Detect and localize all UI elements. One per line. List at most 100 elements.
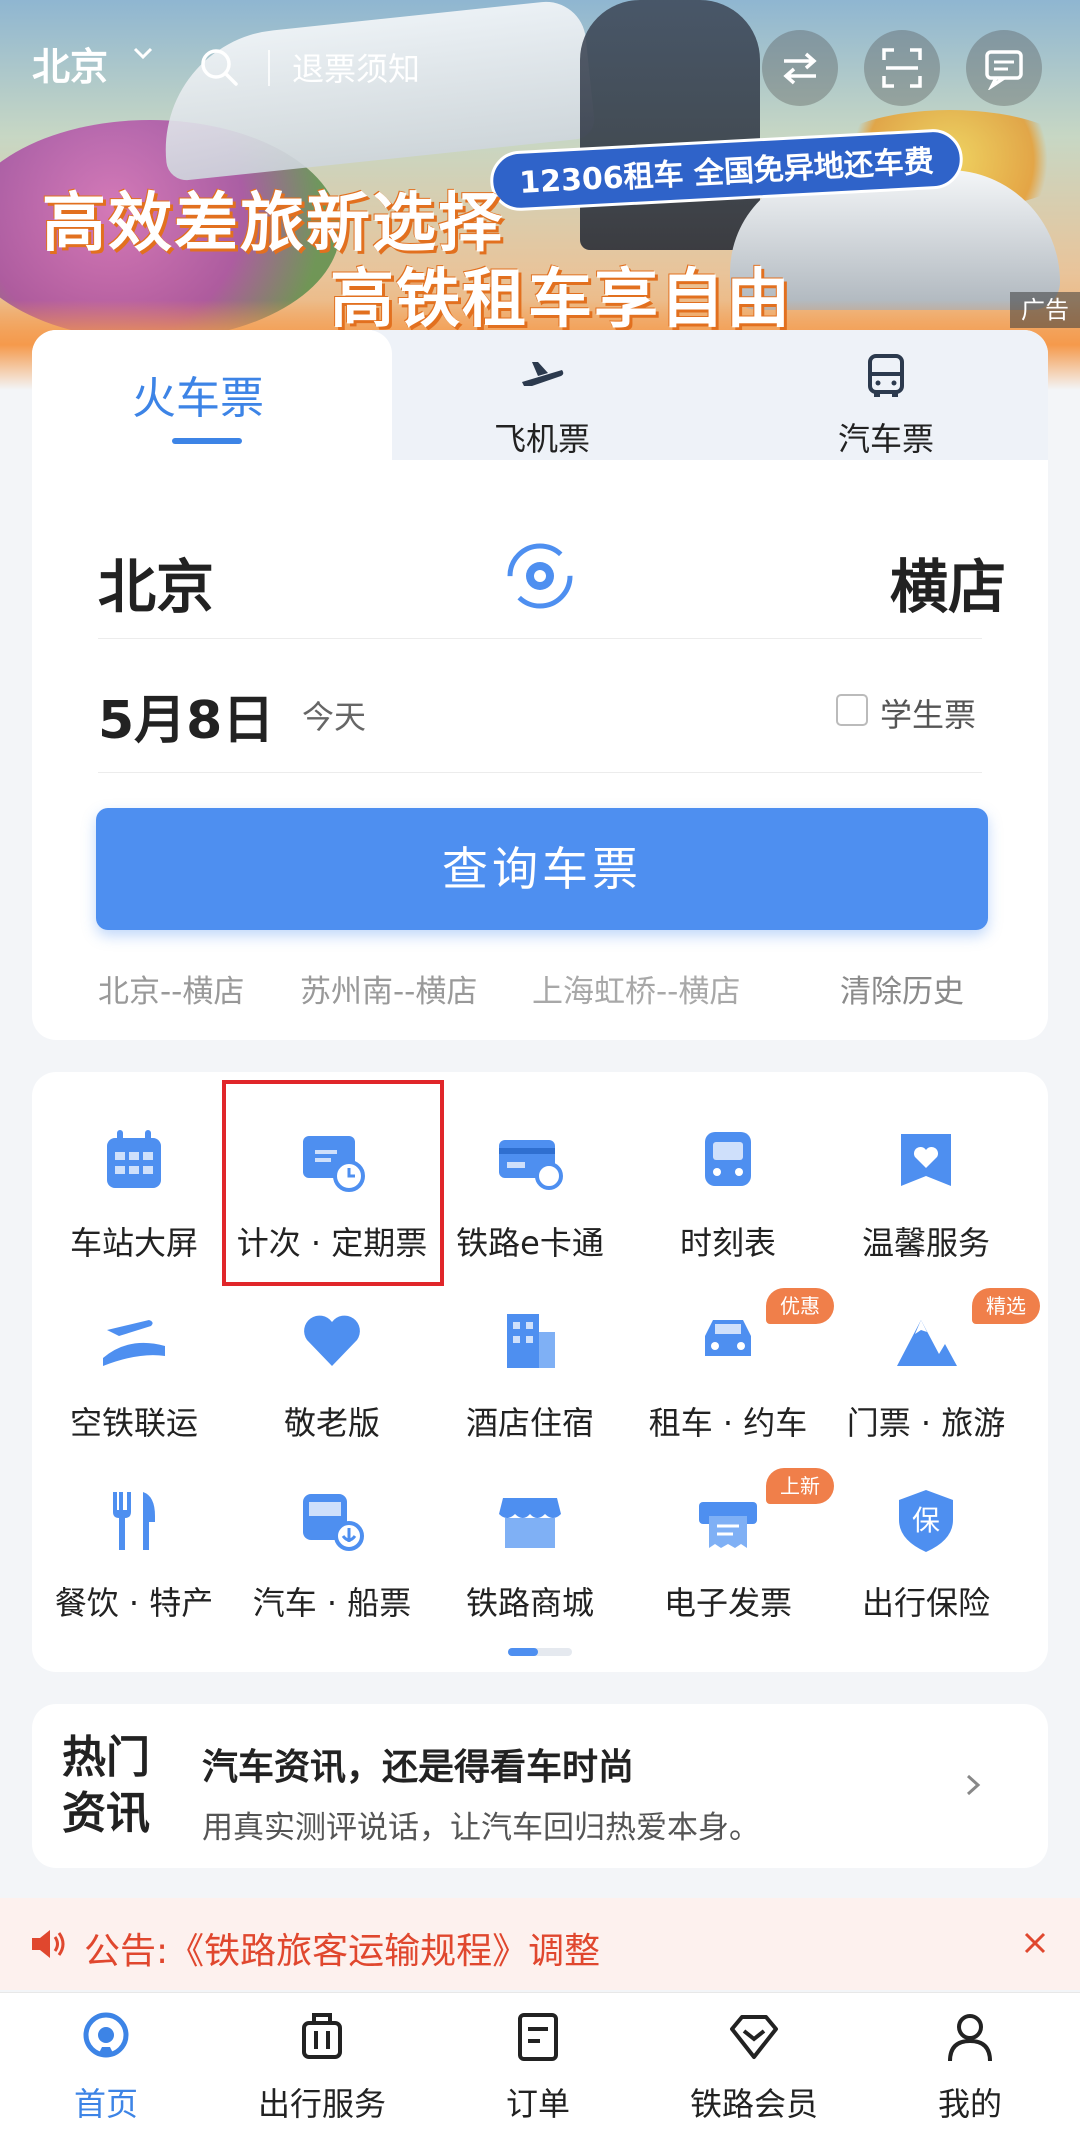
dining-icon (113, 1492, 155, 1550)
services-grid: 车站大屏 计次 · 定期票 铁路e卡通 时刻表 温馨服务 空铁联运 敬老版 酒店… (32, 1072, 1048, 1672)
service-label: 电子发票 (663, 1584, 792, 1622)
luggage-icon (302, 2013, 342, 2059)
notice-text[interactable]: 公告:《铁路旅客运输规程》调整 (84, 1922, 600, 1974)
bottom-tab-bar: 首页 出行服务 订单 铁路会员 我的 (0, 1992, 1080, 2144)
tab-train-label: 火车票 (132, 373, 264, 424)
close-icon[interactable] (1018, 1926, 1052, 1960)
tab-membership[interactable]: 铁路会员 (654, 2009, 854, 2125)
route-divider (98, 638, 982, 639)
svg-text:保: 保 (912, 1504, 940, 1537)
air-rail-icon (103, 1320, 165, 1366)
student-ticket-label[interactable]: 学生票 (880, 690, 976, 736)
tab-profile[interactable]: 我的 (870, 2009, 1070, 2125)
hot-news-badge: 热门资讯 (62, 1732, 150, 1839)
service-label: 温馨服务 (861, 1224, 990, 1262)
service-insurance[interactable]: 保 出行保险 (826, 1486, 1026, 1656)
highlight-box (222, 1080, 444, 1286)
search-input[interactable]: 退票须知 (292, 44, 420, 90)
hot-news-card[interactable]: 热门资讯 汽车资讯，还是得看车时尚 用真实测评说话，让汽车回归热爱本身。 (32, 1704, 1048, 1868)
service-label: 门票 · 旅游 (846, 1404, 1006, 1442)
switch-arrows-icon (783, 52, 817, 85)
hotel-icon (507, 1314, 555, 1368)
ad-tag: 广告 (1010, 292, 1080, 328)
bus-ship-icon (303, 1494, 364, 1551)
service-timetable[interactable]: 时刻表 (628, 1126, 828, 1296)
ticket-search-card: 火车票 飞机票 汽车票 北京 横店 5月8日 今天 学生票 查询车票 北京--横… (32, 330, 1048, 1040)
warm-service-icon (901, 1134, 951, 1186)
service-label: 铁路e卡通 (456, 1224, 604, 1262)
travel-date[interactable]: 5月8日 (98, 678, 274, 753)
chevron-right-icon[interactable] (958, 1770, 988, 1800)
service-air-rail[interactable]: 空铁联运 (34, 1306, 234, 1476)
service-car-rental[interactable]: 租车 · 约车 优惠 (628, 1288, 834, 1476)
student-ticket-checkbox[interactable] (836, 694, 868, 726)
service-warm[interactable]: 温馨服务 (826, 1126, 1026, 1296)
message-icon (985, 50, 1023, 90)
service-hotel[interactable]: 酒店住宿 (430, 1306, 630, 1476)
timetable-icon (705, 1132, 751, 1186)
service-mall[interactable]: 铁路商城 (430, 1486, 630, 1656)
service-invoice[interactable]: 电子发票 上新 (628, 1468, 834, 1656)
promo-badge: 优惠 (766, 1288, 834, 1324)
clear-history-button[interactable]: 清除历史 (840, 966, 964, 1011)
scan-icon (882, 48, 922, 88)
service-label: 汽车 · 船票 (252, 1584, 412, 1622)
promo-badge: 精选 (972, 1288, 1040, 1324)
tab-travel-services[interactable]: 出行服务 (222, 2009, 422, 2125)
service-label: 出行保险 (861, 1584, 990, 1622)
diamond-icon (730, 2015, 778, 2059)
service-station-screen[interactable]: 车站大屏 (34, 1126, 234, 1296)
news-subtitle: 用真实测评说话，让汽车回归热爱本身。 (202, 1810, 760, 1846)
message-button[interactable] (966, 30, 1042, 106)
history-item[interactable]: 上海虹桥--横店 (532, 966, 740, 1011)
service-senior[interactable]: 敬老版 (232, 1306, 432, 1476)
service-label: 空铁联运 (69, 1404, 198, 1442)
tab-label: 出行服务 (257, 2085, 386, 2123)
departure-station[interactable]: 北京 (98, 540, 214, 624)
ticket-type-tabs: 火车票 飞机票 汽车票 (32, 330, 1048, 460)
plane-icon (522, 362, 564, 386)
top-bar: 北京 退票须知 (0, 30, 1080, 120)
tab-plane[interactable]: 飞机票 (462, 352, 622, 460)
service-label: 车站大屏 (69, 1224, 198, 1262)
mountain-icon (897, 1320, 957, 1366)
search-divider (268, 50, 270, 86)
scan-button[interactable] (864, 30, 940, 106)
city-selector[interactable]: 北京 (32, 36, 108, 91)
heart-icon (304, 1315, 360, 1366)
mall-icon (499, 1498, 561, 1548)
tab-plane-label: 飞机票 (493, 420, 590, 458)
history-item[interactable]: 北京--横店 (98, 966, 244, 1011)
speaker-icon (32, 1930, 65, 1958)
search-icon[interactable] (196, 44, 242, 90)
arrival-station[interactable]: 横店 (890, 540, 1006, 624)
tab-orders[interactable]: 订单 (438, 2009, 638, 2125)
switch-button[interactable] (762, 30, 838, 106)
tab-label: 我的 (937, 2085, 1002, 2123)
query-tickets-button[interactable]: 查询车票 (96, 808, 988, 930)
insurance-icon: 保 (899, 1490, 953, 1552)
tab-home[interactable]: 首页 (6, 2009, 206, 2125)
swap-stations-icon[interactable] (502, 538, 578, 614)
rail-ecard-icon (499, 1140, 563, 1190)
promo-badge: 上新 (766, 1468, 834, 1504)
tab-label: 首页 (73, 2085, 138, 2123)
service-rail-ecard[interactable]: 铁路e卡通 (430, 1126, 630, 1296)
bus-icon (868, 354, 904, 397)
service-label: 时刻表 (679, 1224, 776, 1262)
chevron-down-icon[interactable] (128, 38, 158, 68)
grid-page-indicator (508, 1648, 572, 1656)
car-rental-icon (705, 1320, 751, 1356)
history-item[interactable]: 苏州南--横店 (300, 966, 477, 1011)
news-title[interactable]: 汽车资讯，还是得看车时尚 (202, 1738, 634, 1790)
tab-label: 订单 (505, 2085, 570, 2123)
tab-bus[interactable]: 汽车票 (806, 352, 966, 460)
notice-bar[interactable]: 公告:《铁路旅客运输规程》调整 (0, 1898, 1080, 1990)
tab-train[interactable]: 火车票 (32, 330, 392, 460)
service-tickets-travel[interactable]: 门票 · 旅游 精选 (826, 1288, 1040, 1476)
service-bus-ship[interactable]: 汽车 · 船票 (232, 1486, 432, 1656)
service-dining[interactable]: 餐饮 · 特产 (34, 1486, 234, 1656)
date-divider (98, 772, 982, 773)
user-icon (948, 2014, 992, 2062)
home-logo-icon (83, 2012, 129, 2058)
